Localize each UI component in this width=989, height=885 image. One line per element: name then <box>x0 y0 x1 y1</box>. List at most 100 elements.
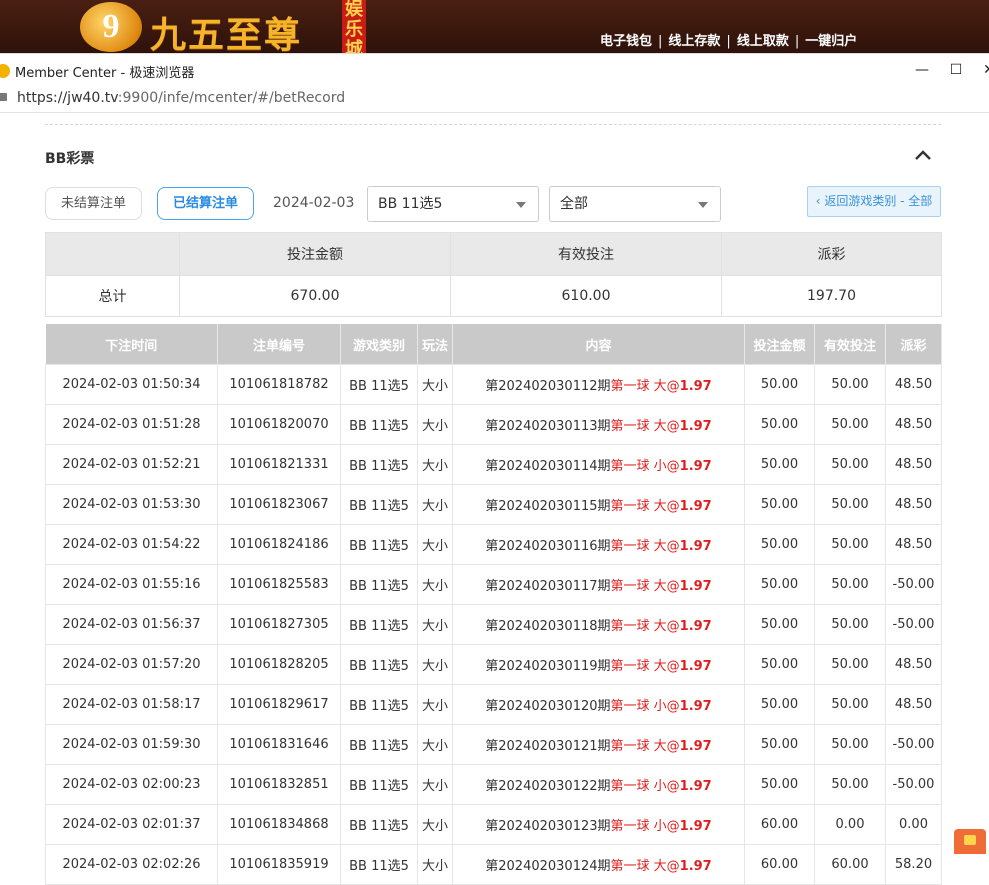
col-content[interactable]: 内容 <box>452 324 745 365</box>
bet-record-table: 下注时间 注单编号 游戏类别 玩法 内容 投注金额 有效投注 派彩 2024-0… <box>45 324 942 885</box>
at-sign: @ <box>666 539 680 554</box>
table-row: 2024-02-03 01:50:34 101061818782 BB 11选5 大小… <box>45 364 942 405</box>
maximize-button[interactable]: ☐ <box>946 60 966 80</box>
bet-content: 第202402030117期第一球 大@1.97 <box>452 564 745 605</box>
red-envelope-icon[interactable] <box>954 829 986 854</box>
bet-amount: 50.00 <box>744 644 815 685</box>
address-bar[interactable]: https://jw40.tv:9900/infe/mcenter/#/betR… <box>0 85 989 113</box>
payout: -50.00 <box>885 604 942 645</box>
table-row: 2024-02-03 01:51:28 101061820070 BB 11选5 大小… <box>45 404 942 445</box>
valid-bet: 50.00 <box>814 444 886 485</box>
type-select[interactable]: 全部 <box>549 186 721 222</box>
valid-bet: 60.00 <box>814 844 886 885</box>
date-picker[interactable]: 2024-02-03 <box>273 195 354 211</box>
back-to-categories-button[interactable]: ‹ 返回游戏类别 - 全部 <box>807 186 941 217</box>
payout: 48.50 <box>885 684 942 725</box>
bet-id: 101061823067 <box>217 484 341 525</box>
table-row: 2024-02-03 01:58:17 101061829617 BB 11选5 大小… <box>45 684 942 725</box>
bet-amount: 50.00 <box>744 564 815 605</box>
bet-time: 2024-02-03 02:02:26 <box>45 844 218 885</box>
link-e-wallet[interactable]: 电子钱包 <box>600 34 652 49</box>
bet-amount: 50.00 <box>744 404 815 445</box>
game-type: BB 11选5 <box>340 444 418 485</box>
logo-text: 九五至尊 <box>150 14 303 56</box>
at-sign: @ <box>666 499 680 514</box>
link-consolidate[interactable]: 一键归户 <box>805 34 857 49</box>
period: 第202402030121期 <box>485 739 611 754</box>
table-header-row: 下注时间 注单编号 游戏类别 玩法 内容 投注金额 有效投注 派彩 <box>45 324 942 365</box>
game-type: BB 11选5 <box>340 524 418 565</box>
pick: 第一球 小 <box>610 699 667 714</box>
pick: 第一球 大 <box>610 379 667 394</box>
odds: 1.97 <box>679 459 712 474</box>
pick: 第一球 大 <box>610 619 667 634</box>
payout: 48.50 <box>885 524 942 565</box>
bet-time: 2024-02-03 01:59:30 <box>45 724 218 765</box>
pick: 第一球 大 <box>610 659 667 674</box>
summary-header-payout: 派彩 <box>721 232 942 276</box>
col-bet-amount[interactable]: 投注金额 <box>744 324 815 365</box>
bet-id: 101061831646 <box>217 724 341 765</box>
pick: 第一球 大 <box>610 419 667 434</box>
bet-amount: 50.00 <box>744 764 815 805</box>
bet-id: 101061818782 <box>217 364 341 405</box>
period: 第202402030114期 <box>485 459 611 474</box>
bet-content: 第202402030122期第一球 小@1.97 <box>452 764 745 805</box>
close-button[interactable]: ✕ <box>979 60 989 80</box>
col-play-type[interactable]: 玩法 <box>417 324 453 365</box>
bet-time: 2024-02-03 01:57:20 <box>45 644 218 685</box>
link-withdraw[interactable]: 线上取款 <box>737 34 789 49</box>
bet-amount: 60.00 <box>744 804 815 845</box>
pick: 第一球 大 <box>610 539 667 554</box>
bet-id: 101061829617 <box>217 684 341 725</box>
divider <box>45 124 941 125</box>
game-type: BB 11选5 <box>340 764 418 805</box>
summary-total-valid: 610.00 <box>450 275 722 317</box>
link-deposit[interactable]: 线上存款 <box>668 34 720 49</box>
col-game-type[interactable]: 游戏类别 <box>340 324 418 365</box>
pick: 第一球 小 <box>610 459 667 474</box>
minimize-button[interactable]: — <box>912 60 932 80</box>
summary-table: 投注金额 有效投注 派彩 总计 670.00 610.00 197.70 <box>45 232 942 317</box>
bet-amount: 50.00 <box>744 364 815 405</box>
play-type: 大小 <box>417 604 453 645</box>
table-row: 2024-02-03 01:56:37 101061827305 BB 11选5 大小… <box>45 604 942 645</box>
valid-bet: 50.00 <box>814 684 886 725</box>
bet-time: 2024-02-03 02:00:23 <box>45 764 218 805</box>
col-valid-bet[interactable]: 有效投注 <box>814 324 886 365</box>
col-bet-id[interactable]: 注单编号 <box>217 324 341 365</box>
bet-amount: 50.00 <box>744 604 815 645</box>
period: 第202402030113期 <box>485 419 611 434</box>
odds: 1.97 <box>679 579 712 594</box>
bet-amount: 60.00 <box>744 844 815 885</box>
game-type: BB 11选5 <box>340 484 418 525</box>
game-type: BB 11选5 <box>340 684 418 725</box>
table-row: 2024-02-03 01:57:20 101061828205 BB 11选5 大小… <box>45 644 942 685</box>
odds: 1.97 <box>679 419 712 434</box>
url-text[interactable]: https://jw40.tv:9900/infe/mcenter/#/betR… <box>17 90 345 106</box>
odds: 1.97 <box>679 739 712 754</box>
bet-content: 第202402030114期第一球 小@1.97 <box>452 444 745 485</box>
period: 第202402030119期 <box>485 659 611 674</box>
valid-bet: 50.00 <box>814 364 886 405</box>
logo-mark: 9 <box>80 2 142 52</box>
pick: 第一球 大 <box>610 579 667 594</box>
chevron-up-icon[interactable] <box>912 144 934 166</box>
col-payout[interactable]: 派彩 <box>885 324 942 365</box>
table-row: 2024-02-03 02:01:37 101061834868 BB 11选5 大小… <box>45 804 942 845</box>
bet-time: 2024-02-03 01:55:16 <box>45 564 218 605</box>
bet-amount: 50.00 <box>744 484 815 525</box>
valid-bet: 50.00 <box>814 764 886 805</box>
col-bet-time[interactable]: 下注时间 <box>45 324 218 365</box>
valid-bet: 50.00 <box>814 644 886 685</box>
valid-bet: 50.00 <box>814 524 886 565</box>
unsettled-bets-button[interactable]: 未结算注单 <box>45 187 142 220</box>
settled-bets-button[interactable]: 已结算注单 <box>157 187 254 220</box>
table-row: 2024-02-03 01:53:30 101061823067 BB 11选5 大小… <box>45 484 942 525</box>
pick: 第一球 大 <box>610 739 667 754</box>
window-titlebar: Member Center - 极速浏览器 — ☐ ✕ <box>0 53 989 85</box>
game-select[interactable]: BB 11选5 <box>367 186 539 222</box>
odds: 1.97 <box>679 379 712 394</box>
period: 第202402030117期 <box>485 579 611 594</box>
game-select-value: BB 11选5 <box>378 196 443 212</box>
